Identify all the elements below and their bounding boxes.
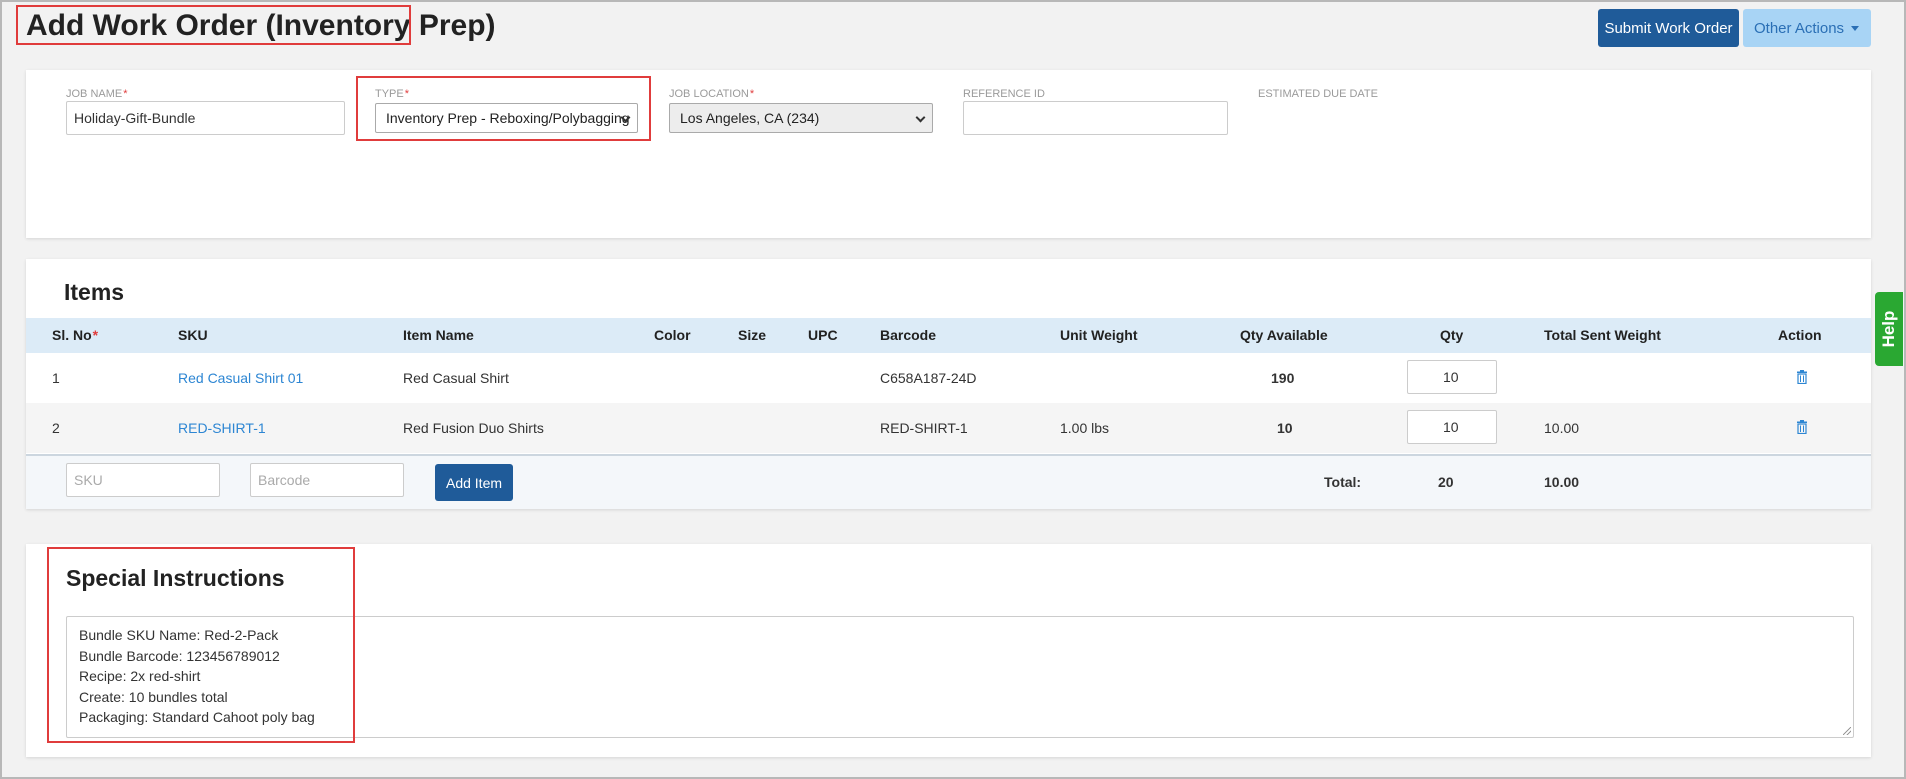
row-sku-link[interactable]: Red Casual Shirt 01 bbox=[178, 370, 303, 386]
estimated-due-date-label: ESTIMATED DUE DATE bbox=[1258, 88, 1378, 100]
add-item-button[interactable]: Add Item bbox=[435, 464, 513, 501]
row-qty-input[interactable]: 10 bbox=[1407, 410, 1497, 444]
row-qty-available: 190 bbox=[1271, 370, 1295, 386]
job-name-input[interactable]: Holiday-Gift-Bundle bbox=[66, 101, 345, 135]
col-qty-available: Qty Available bbox=[1240, 327, 1328, 343]
col-action: Action bbox=[1778, 327, 1822, 343]
special-instructions-title: Special Instructions bbox=[66, 565, 285, 591]
col-sl-no: Sl. No* bbox=[52, 327, 99, 343]
total-weight: 10.00 bbox=[1544, 474, 1580, 490]
job-location-value: Los Angeles, CA (234) bbox=[680, 110, 820, 126]
help-tab[interactable]: Help bbox=[1875, 292, 1903, 366]
type-select-value: Inventory Prep - Reboxing/Polybagging bbox=[386, 110, 630, 126]
row-sl-no: 2 bbox=[52, 420, 60, 436]
row-item-name: Red Fusion Duo Shirts bbox=[403, 420, 544, 436]
job-location-select[interactable]: Los Angeles, CA (234) bbox=[669, 103, 933, 133]
col-sku: SKU bbox=[178, 327, 208, 343]
barcode-input[interactable]: Barcode bbox=[250, 463, 404, 497]
job-location-label: JOB LOCATION* bbox=[669, 88, 755, 100]
instruction-line: Bundle Barcode: 123456789012 bbox=[79, 647, 280, 664]
row-total-weight: 10.00 bbox=[1544, 420, 1580, 436]
trash-icon[interactable] bbox=[1796, 370, 1808, 384]
col-item-name: Item Name bbox=[403, 327, 474, 343]
special-instructions-textarea[interactable]: Bundle SKU Name: Red-2-Pack Bundle Barco… bbox=[66, 616, 1854, 738]
page-title: Add Work Order (Inventory Prep) bbox=[26, 9, 496, 42]
row-sku-link[interactable]: RED-SHIRT-1 bbox=[178, 420, 266, 436]
instruction-line: Recipe: 2x red-shirt bbox=[79, 668, 201, 684]
total-label: Total: bbox=[1324, 474, 1362, 490]
trash-icon[interactable] bbox=[1796, 420, 1808, 434]
col-color: Color bbox=[654, 327, 691, 343]
type-select[interactable]: Inventory Prep - Reboxing/Polybagging bbox=[375, 103, 638, 133]
row-sl-no: 1 bbox=[52, 370, 60, 386]
row-barcode: C658A187-24D bbox=[880, 370, 977, 386]
row-unit-weight: 1.00 lbs bbox=[1060, 420, 1110, 436]
col-size: Size bbox=[738, 327, 767, 343]
row-item-name: Red Casual Shirt bbox=[403, 370, 509, 386]
other-actions-button[interactable]: Other Actions bbox=[1743, 9, 1871, 47]
instruction-line: Create: 10 bundles total bbox=[79, 688, 228, 705]
total-qty: 20 bbox=[1438, 474, 1454, 490]
submit-work-order-button[interactable]: Submit Work Order bbox=[1598, 9, 1739, 47]
sku-input[interactable]: SKU bbox=[66, 463, 220, 497]
reference-id-label: REFERENCE ID bbox=[963, 88, 1045, 100]
row-qty-input[interactable]: 10 bbox=[1407, 360, 1497, 394]
type-label: TYPE* bbox=[375, 88, 410, 100]
job-name-label: JOB NAME* bbox=[66, 88, 128, 100]
col-upc: UPC bbox=[808, 327, 838, 343]
row-barcode: RED-SHIRT-1 bbox=[880, 420, 968, 436]
col-total-sent-weight: Total Sent Weight bbox=[1544, 327, 1661, 343]
instruction-line: Packaging: Standard Cahoot poly bag bbox=[79, 709, 315, 725]
job-details-card bbox=[26, 70, 1871, 238]
chevron-down-icon bbox=[915, 112, 926, 123]
col-barcode: Barcode bbox=[880, 327, 937, 343]
other-actions-label: Other Actions bbox=[1754, 19, 1845, 37]
col-qty: Qty bbox=[1440, 327, 1464, 343]
instruction-line: Bundle SKU Name: Red-2-Pack bbox=[79, 627, 279, 643]
reference-id-input[interactable] bbox=[963, 101, 1228, 135]
items-title: Items bbox=[64, 279, 125, 305]
col-unit-weight: Unit Weight bbox=[1060, 327, 1138, 343]
caret-down-icon bbox=[1851, 26, 1859, 31]
help-label: Help bbox=[1879, 310, 1898, 348]
row-qty-available: 10 bbox=[1277, 420, 1293, 436]
resize-handle-icon[interactable] bbox=[1843, 727, 1851, 735]
